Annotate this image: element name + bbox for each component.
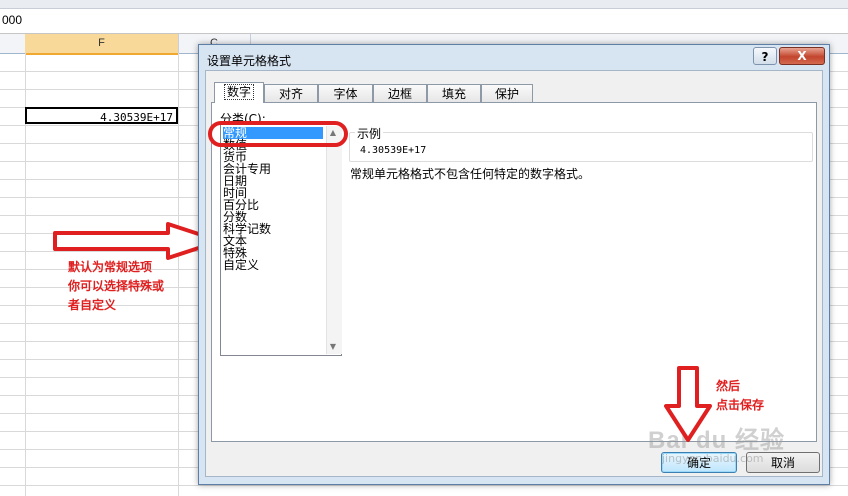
category-scrollbar[interactable]: [326, 126, 342, 354]
annotation-left-note-1: 默认为常规选项: [68, 260, 153, 274]
tab-number[interactable]: 数字: [214, 82, 264, 103]
annotation-arrow-down-icon: [664, 366, 712, 442]
annotation-left-note-2: 你可以选择特殊或: [68, 279, 165, 293]
tab-number-label: 数字: [223, 84, 254, 100]
dialog-title: 设置单元格格式: [207, 54, 292, 68]
active-cell[interactable]: 4.30539E+17: [25, 107, 178, 124]
watermark-url: jingyan.baidu.com: [662, 452, 764, 465]
tab-font[interactable]: 字体: [318, 84, 373, 102]
sample-label: 示例: [355, 125, 384, 142]
tab-fill[interactable]: 填充: [427, 84, 481, 102]
tab-alignment[interactable]: 对齐: [264, 84, 318, 102]
grid-hline: [0, 485, 848, 486]
tab-protection[interactable]: 保护: [481, 84, 533, 102]
formula-bar-value: 000: [2, 13, 23, 27]
row-header-corner[interactable]: [0, 34, 26, 53]
annotation-right-note-2: 点击保存: [716, 398, 765, 412]
tab-border[interactable]: 边框: [373, 84, 427, 102]
column-header-f[interactable]: F: [25, 34, 179, 55]
sample-value: 4.30539E+17: [360, 145, 427, 156]
category-item-custom[interactable]: 自定义: [223, 259, 323, 271]
ribbon-strip: [0, 0, 848, 9]
format-description: 常规单元格格式不包含任何特定的数字格式。: [350, 167, 591, 181]
annotation-right-note-1: 然后: [716, 379, 741, 393]
help-button[interactable]: ?: [753, 47, 777, 65]
formula-bar[interactable]: [0, 9, 848, 34]
close-button[interactable]: X: [779, 47, 825, 65]
annotation-left-note-3: 者自定义: [68, 298, 117, 312]
highlight-ellipse-icon: [208, 121, 348, 147]
scroll-down-icon[interactable]: ▼: [326, 342, 340, 354]
grid-vline: [178, 53, 179, 496]
